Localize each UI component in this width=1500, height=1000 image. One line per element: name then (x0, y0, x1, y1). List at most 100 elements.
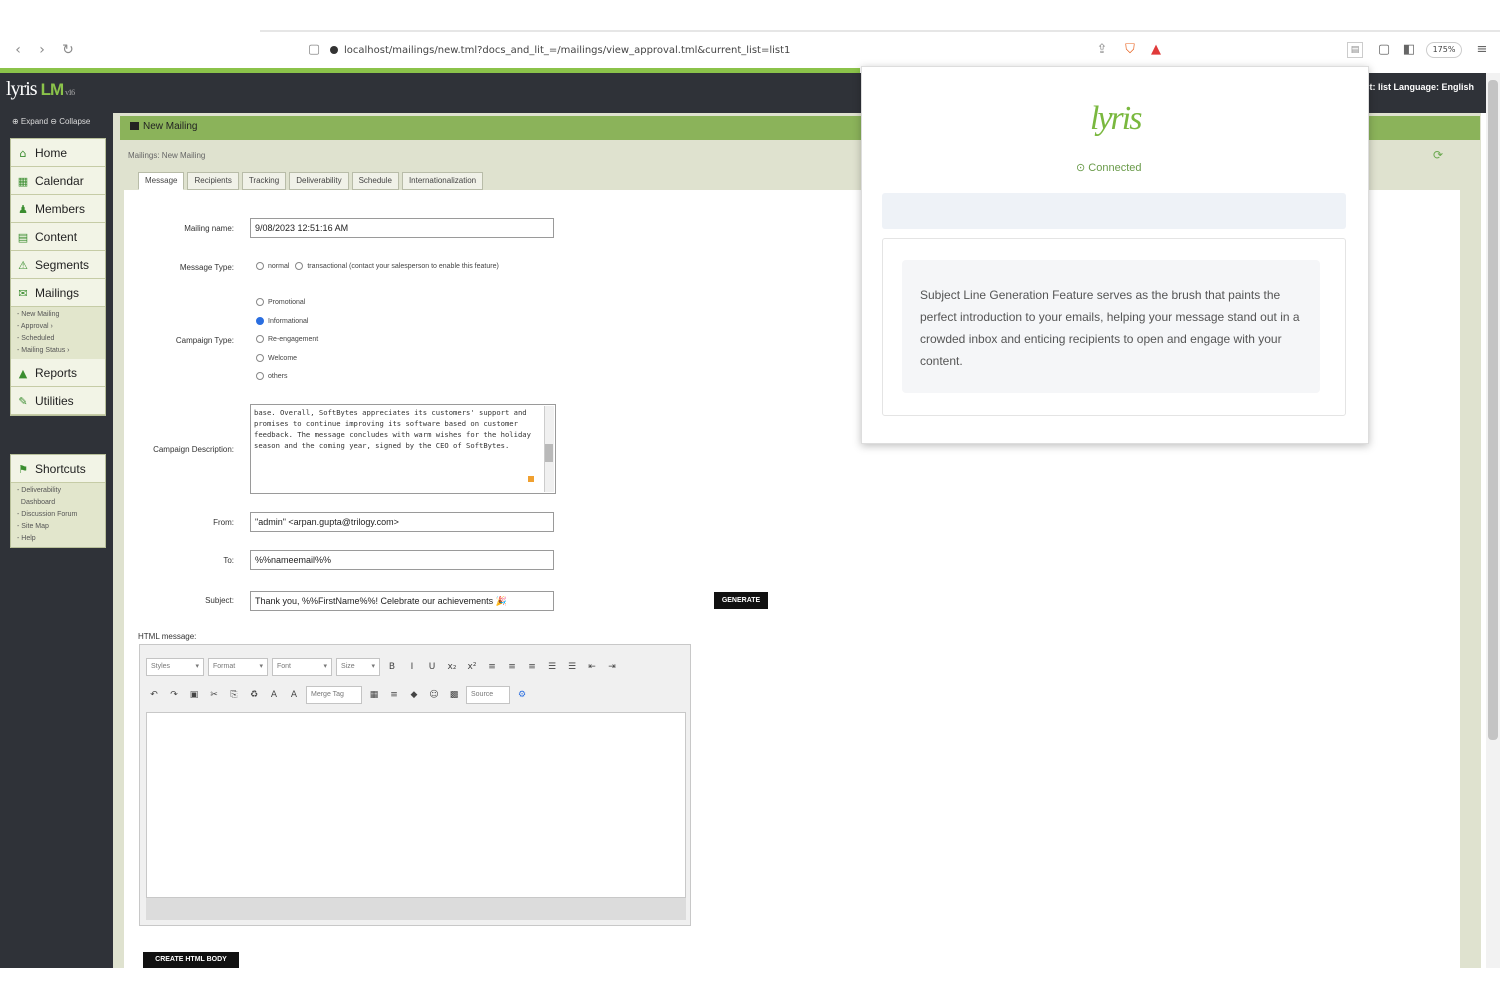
create-html-body-button[interactable]: CREATE HTML BODY (143, 952, 239, 968)
sidebar-item-shortcuts[interactable]: ⚑ Shortcuts (11, 455, 105, 483)
campaign-radio-button[interactable] (256, 353, 264, 362)
editor-insert-button[interactable]: ▦ (366, 687, 382, 703)
editor-format-button[interactable]: ⇤ (584, 659, 600, 675)
sidebar-item-reports[interactable]: ▲ Reports (11, 359, 105, 387)
zoom-indicator[interactable]: 175% (1426, 42, 1462, 58)
editor-format-button[interactable]: ≡ (524, 659, 540, 675)
content-icon: ▤ (17, 231, 29, 244)
sidebar-item-mailings[interactable]: ✉ Mailings (11, 279, 105, 307)
subject-input[interactable]: Thank you, %%FirstName%%! Celebrate our … (250, 591, 554, 611)
editor-action-button[interactable]: ✂ (206, 687, 222, 703)
editor-styles-dropdown[interactable]: Styles ▾ (146, 658, 204, 676)
logo-lm: LM (40, 80, 65, 99)
campaign-radio-button[interactable] (256, 372, 264, 380)
sidebar-item-label: Reports (35, 366, 78, 380)
editor-action-button[interactable]: ↶ (146, 687, 162, 703)
sidebar-item-members[interactable]: ♟ Members (11, 195, 105, 223)
tab-internationalization[interactable]: Internationalization (401, 172, 484, 190)
sidebar-toggle-icon[interactable]: ▢ (1374, 40, 1394, 60)
shortcuts-submenu-item[interactable]: - Deliverability (17, 485, 99, 497)
campaign-description-textarea[interactable]: base. Overall, SoftBytes appreciates its… (250, 404, 556, 494)
editor-format-button[interactable]: I (404, 659, 420, 675)
shortcuts-submenu-item[interactable]: - Site Map (17, 521, 99, 533)
editor-action-button[interactable]: ↷ (166, 687, 182, 703)
editor-action-button[interactable]: ⎘ (226, 687, 242, 703)
mailings-submenu-item[interactable]: - New Mailing (17, 309, 99, 321)
tab-message[interactable]: Message (138, 172, 185, 190)
shortcuts-submenu-item[interactable]: - Help (17, 533, 99, 545)
shortcuts-submenu-item[interactable]: Dashboard (17, 497, 99, 509)
editor-format-button[interactable]: U (424, 659, 440, 675)
generate-subject-button[interactable]: GENERATE (714, 592, 768, 609)
editor-format-button[interactable]: ⇥ (604, 659, 620, 675)
campaign-radio-button[interactable] (256, 316, 264, 325)
campaign-radio-button[interactable] (256, 335, 264, 343)
campaign-radio-label: Informational (268, 317, 309, 325)
sidebar-item-utilities[interactable]: ✎ Utilities (11, 387, 105, 415)
editor-insert-button[interactable]: ≡ (386, 687, 402, 703)
editor-toolbar-row-1: Styles ▾ Format ▾ Font ▾ Size ▾ B I Ux₂ x² ≡ ≡ ≡ ☰ ☰ ⇤ ⇥ (146, 656, 620, 678)
description-scroll-thumb[interactable] (545, 444, 553, 462)
app-logo[interactable]: lyris LM v16 (6, 78, 75, 101)
extension-icon[interactable]: ▤ (1347, 42, 1363, 58)
brave-shield-icon[interactable]: ⛉ (1120, 40, 1140, 60)
campaign-radio-button[interactable] (256, 298, 264, 306)
merge-tag-dropdown[interactable]: Merge Tag (306, 686, 362, 704)
expand-collapse-toggle[interactable]: ⊕ Expand ⊖ Collapse (12, 117, 90, 126)
wallet-icon[interactable]: ◧ (1399, 40, 1419, 60)
rewards-icon[interactable]: ▲ (1146, 40, 1166, 60)
mailings-submenu-item[interactable]: - Approval › (17, 321, 99, 333)
radio-normal[interactable] (256, 262, 264, 270)
sidebar-item-content[interactable]: ▤ Content (11, 223, 105, 251)
grammar-check-icon[interactable] (528, 476, 534, 482)
sidebar-item-segments[interactable]: ⚠ Segments (11, 251, 105, 279)
mailing-name-input[interactable]: 9/08/2023 12:51:16 AM (250, 218, 554, 238)
editor-size-dropdown[interactable]: Size ▾ (336, 658, 380, 676)
tab-schedule[interactable]: Schedule (351, 172, 399, 190)
tab-tracking[interactable]: Tracking (241, 172, 287, 190)
site-info-icon[interactable] (330, 46, 338, 54)
radio-transactional[interactable] (295, 262, 304, 270)
sidebar-item-home[interactable]: ⌂ Home (11, 139, 105, 167)
editor-format-button[interactable]: ☰ (564, 659, 580, 675)
editor-action-button[interactable]: A (266, 687, 282, 703)
editor-format-button[interactable]: ≡ (484, 659, 500, 675)
editor-format-dropdown[interactable]: Format ▾ (208, 658, 268, 676)
mailings-submenu-item[interactable]: - Scheduled (17, 333, 99, 345)
tab-recipients[interactable]: Recipients (187, 172, 239, 190)
popup-input-bar[interactable] (882, 193, 1346, 229)
header-list-language[interactable]: List: list Language: English (1356, 82, 1474, 92)
editor-font-dropdown[interactable]: Font ▾ (272, 658, 332, 676)
share-icon[interactable]: ⇪ (1092, 40, 1112, 60)
tab-deliverability[interactable]: Deliverability (289, 172, 349, 190)
address-bar[interactable]: localhost/mailings/new.tml?docs_and_lit_… (330, 40, 980, 62)
editor-insert-button[interactable]: ☺ (426, 687, 442, 703)
refresh-icon[interactable]: ⟳ (1433, 148, 1443, 162)
editor-content-area[interactable] (146, 712, 686, 898)
editor-format-button[interactable]: x₂ (444, 659, 460, 675)
reload-icon[interactable]: ↻ (58, 40, 78, 60)
gear-icon[interactable]: ⚙ (514, 687, 530, 703)
forward-icon[interactable]: › (32, 40, 52, 60)
editor-format-button[interactable]: ≡ (504, 659, 520, 675)
from-input[interactable]: "admin" <arpan.gupta@trilogy.com> (250, 512, 554, 532)
editor-format-button[interactable]: x² (464, 659, 480, 675)
page-scroll-thumb[interactable] (1488, 80, 1498, 740)
editor-action-button[interactable]: ▣ (186, 687, 202, 703)
editor-action-button[interactable]: A (286, 687, 302, 703)
source-button[interactable]: Source (466, 686, 510, 704)
to-input[interactable]: %%nameemail%% (250, 550, 554, 570)
shortcuts-submenu-item[interactable]: - Discussion Forum (17, 509, 99, 521)
mailings-submenu-item[interactable]: - Mailing Status › (17, 345, 99, 357)
sidebar-item-calendar[interactable]: ▦ Calendar (11, 167, 105, 195)
bookmark-icon[interactable]: ▢ (304, 40, 324, 60)
back-icon[interactable]: ‹ (8, 40, 28, 60)
html-message-label: HTML message: (138, 632, 197, 641)
editor-insert-button[interactable]: ▩ (446, 687, 462, 703)
editor-format-button[interactable]: B (384, 659, 400, 675)
mailings-icon: ✉ (18, 287, 28, 300)
editor-format-button[interactable]: ☰ (544, 659, 560, 675)
menu-icon[interactable]: ≡ (1472, 40, 1492, 60)
editor-action-button[interactable]: ♻ (246, 687, 262, 703)
editor-insert-button[interactable]: ◆ (406, 687, 422, 703)
